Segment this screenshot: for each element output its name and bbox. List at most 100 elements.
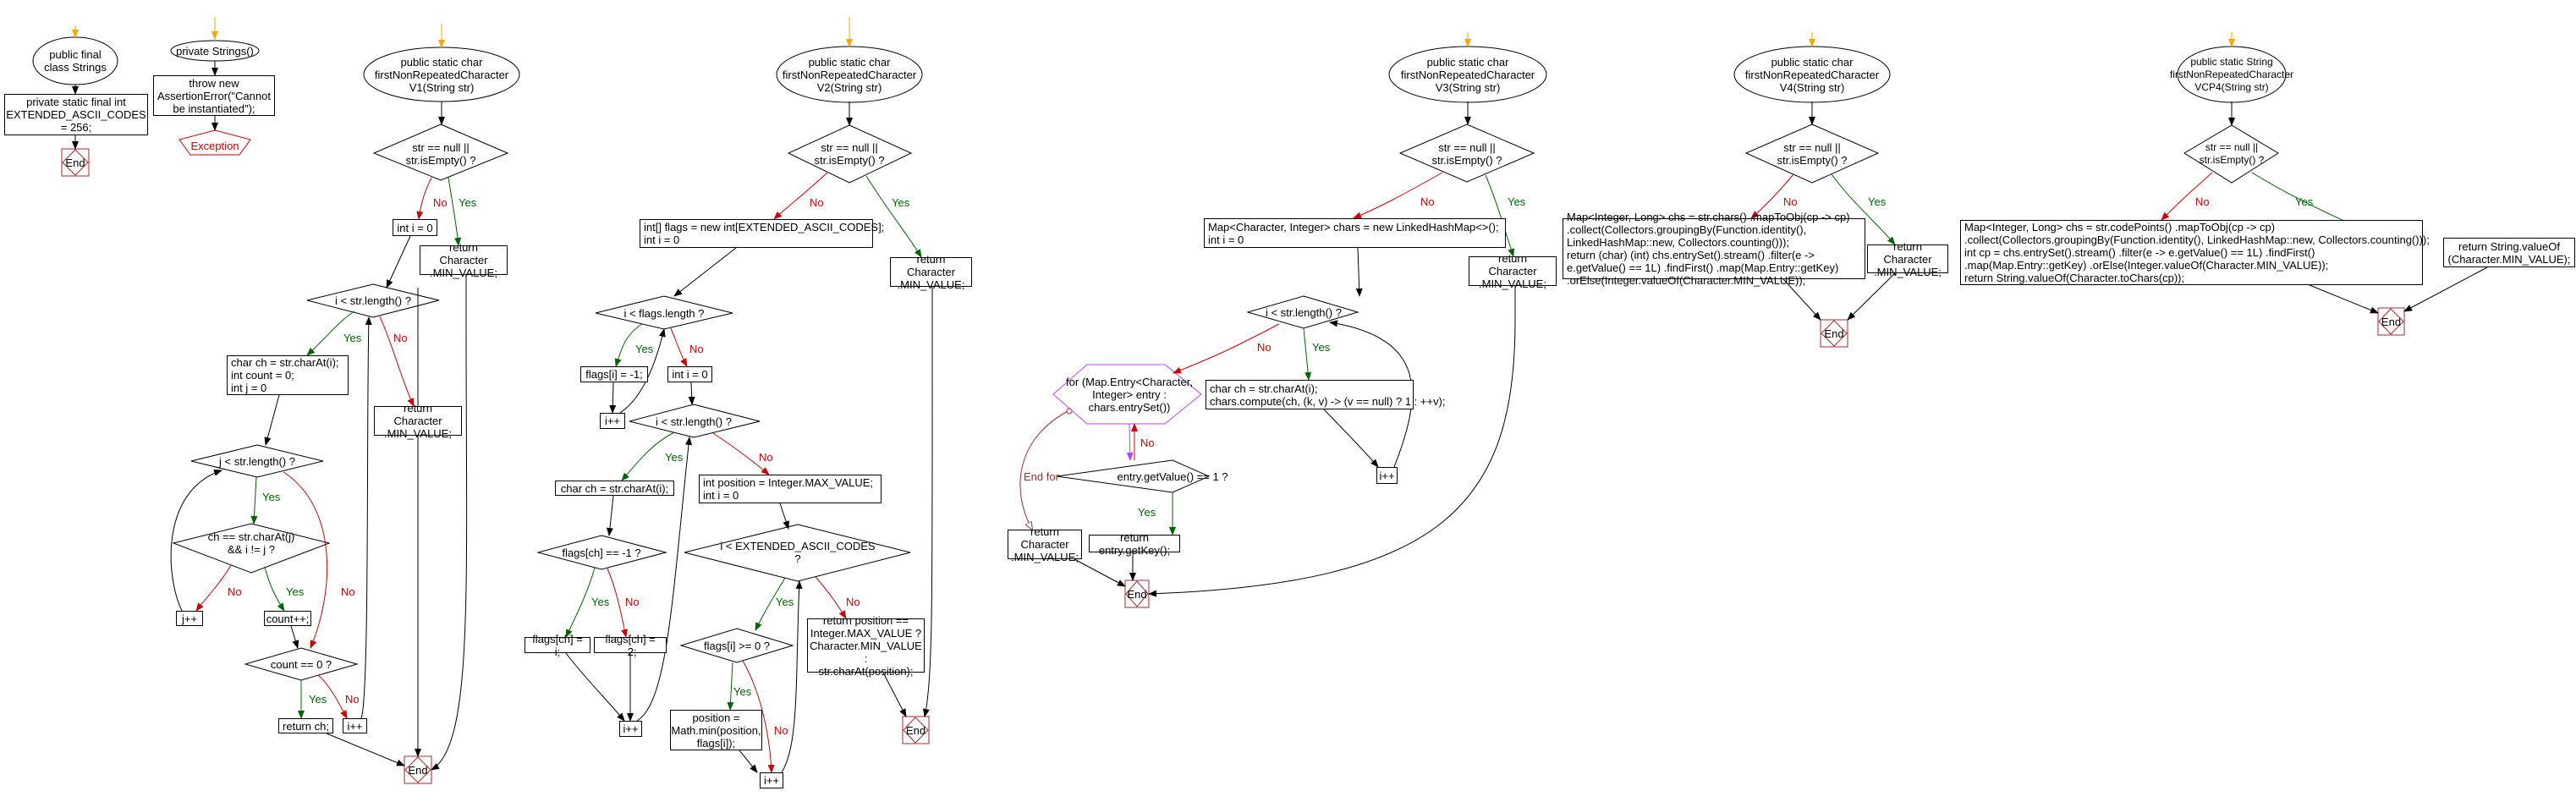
v3-value-yes-label: Yes [1138, 506, 1156, 519]
v2-loop-str-yes-label: Yes [665, 451, 684, 464]
v1-loop-j-no-label: No [341, 585, 355, 598]
end-node-v3 [1124, 580, 1150, 608]
decision-v2-flag-ge [679, 628, 794, 663]
v1-return-ch-box: return ch; [278, 718, 333, 733]
end-node-v1 [404, 755, 432, 784]
v2-check-yes-label: Yes [892, 196, 910, 209]
v2-position-min-box: position = Math.min(position, flags[i]); [670, 710, 762, 750]
v3-compute-text: char ch = str.charAt(i); chars.compute(c… [1210, 382, 1446, 408]
v1-check-yes-label: Yes [459, 196, 477, 209]
v3-i-inc-box: i++ [1376, 467, 1398, 484]
v4-body-text: Map<Integer, Long> chs = str.chars() .ma… [1567, 211, 1850, 287]
v1-body-box: char ch = str.charAt(i); int count = 0; … [227, 355, 349, 395]
decision-v3-loop-i [1246, 295, 1359, 329]
v2-init-i2-box: int i = 0 [667, 366, 712, 382]
v2-return-min-box: return Character .MIN_VALUE; [890, 253, 972, 291]
v2-flag-check-yes-label: Yes [591, 596, 610, 608]
v1-count-yes-label: Yes [309, 693, 327, 706]
end-node-v2 [902, 716, 930, 744]
vcp4-body-box: Map<Integer, Long> chs = str.codePoints(… [1960, 220, 2430, 285]
decision-v1-count [244, 647, 359, 681]
v2-set-i-box: flags[ch] = i; [525, 633, 590, 658]
loop-hexagon-v3 [1052, 364, 1202, 425]
decision-v2-flag-check [536, 535, 667, 570]
decision-v1-loop-i [306, 283, 440, 318]
v4-check-no-label: No [1783, 195, 1798, 208]
v3-return-min-box: return Character .MIN_VALUE; [1469, 252, 1557, 290]
v1-body-text: char ch = str.charAt(i); int count = 0; … [231, 356, 339, 394]
v2-flag-ge-no-label: No [774, 724, 788, 737]
v1-loop-i-no-label: No [393, 332, 408, 344]
v2-flag-check-no-label: No [625, 596, 640, 608]
class-field-box: private static final int EXTENDED_ASCII_… [4, 94, 148, 135]
decision-v2-loop-str [629, 404, 761, 438]
v3-loop-i-yes-label: Yes [1312, 341, 1331, 354]
v1-return-min2-box: return Character .MIN_VALUE; [374, 402, 462, 440]
v2-loop-ext-no-label: No [846, 596, 860, 608]
v2-position-init-box: int position = Integer.MAX_VALUE; int i … [699, 475, 882, 503]
end-for-origin [1066, 408, 1073, 415]
decision-v3-value-check [1056, 459, 1211, 493]
v2-set-neg2-box: flags[ch] = -2; [594, 633, 667, 658]
decision-v4-check [1744, 124, 1880, 184]
v3-end-for-label: End for [1024, 470, 1059, 483]
start-node-vcp4 [2177, 46, 2287, 103]
start-node-v4 [1733, 46, 1891, 103]
end-node-vcp4 [2377, 307, 2405, 336]
v1-i-inc-box: i++ [343, 718, 367, 733]
v2-init-box: int[] flags = new int[EXTENDED_ASCII_COD… [640, 219, 884, 248]
v1-loop-i-yes-label: Yes [343, 332, 362, 344]
v1-j-inc-box: j++ [176, 611, 203, 626]
decision-v3-check [1398, 124, 1535, 183]
v2-set-neg1-box: flags[i] = -1; [580, 366, 648, 382]
decision-v1-check [372, 124, 509, 181]
v3-init-box: Map<Character, Integer> chars = new Link… [1204, 218, 1506, 248]
v3-return-min2-box: return Character .MIN_VALUE; [1008, 525, 1082, 563]
v3-return-key-box: return entry.getKey(); [1089, 531, 1180, 557]
decision-v2-loop-ext [684, 524, 911, 582]
v2-return-pos-box: return position == Integer.MAX_VALUE ? C… [807, 614, 925, 678]
decision-v1-loop-j [190, 444, 324, 478]
v1-compare-yes-label: Yes [286, 585, 305, 598]
end-node-v4 [1820, 319, 1848, 348]
v3-init-text: Map<Character, Integer> chars = new Link… [1208, 220, 1499, 246]
v2-flag-ge-yes-label: Yes [733, 685, 752, 698]
loop-entry-edge [1126, 423, 1134, 461]
v2-loop-str-no-label: No [759, 451, 773, 464]
decision-v1-compare [172, 523, 331, 574]
v3-loop-i-no-label: No [1257, 341, 1272, 354]
v3-compute-box: char ch = str.charAt(i); chars.compute(c… [1206, 380, 1446, 409]
start-node-class [32, 36, 118, 85]
v3-check-yes-label: Yes [1508, 195, 1526, 208]
v2-i-inc3-box: i++ [760, 772, 783, 788]
v4-return-min-box: return Character .MIN_VALUE; [1867, 240, 1948, 278]
v1-init-i-box: int i = 0 [393, 219, 437, 236]
decision-v2-loop-flags [595, 295, 733, 330]
v2-i-inc2-box: i++ [619, 721, 642, 737]
v1-return-min-box: return Character .MIN_VALUE; [420, 241, 508, 279]
decision-vcp4-check [2183, 124, 2279, 184]
start-node-v2 [776, 46, 923, 103]
v2-char-ch-box: char ch = str.charAt(i); [555, 481, 674, 496]
start-node-v1 [363, 47, 520, 102]
vcp4-body-text: Map<Integer, Long> chs = str.codePoints(… [1964, 221, 2430, 284]
v1-count-inc-box: count++; [264, 611, 311, 626]
start-node-v3 [1388, 46, 1547, 103]
vcp4-return-min-box: return String.valueOf (Character.MIN_VAL… [2443, 238, 2575, 267]
v1-compare-no-label: No [228, 585, 242, 598]
v1-count-no-label: No [345, 693, 360, 706]
start-arrows [72, 17, 2235, 48]
v2-i-inc1-box: i++ [600, 413, 625, 429]
start-node-ctor [170, 40, 260, 62]
v2-position-init-text: int position = Integer.MAX_VALUE; int i … [703, 476, 874, 502]
v2-check-no-label: No [810, 196, 824, 209]
v2-loop-ext-yes-label: Yes [776, 596, 794, 608]
v1-check-no-label: No [433, 196, 448, 209]
v1-loop-j-yes-label: Yes [262, 491, 281, 503]
v4-check-yes-label: Yes [1868, 195, 1887, 208]
v4-body-box: Map<Integer, Long> chs = str.chars() .ma… [1563, 211, 1865, 287]
vcp4-check-no-label: No [2195, 195, 2210, 208]
vcp4-check-yes-label: Yes [2295, 195, 2314, 208]
end-node-class [61, 148, 90, 177]
v3-value-no-label: No [1140, 437, 1155, 449]
